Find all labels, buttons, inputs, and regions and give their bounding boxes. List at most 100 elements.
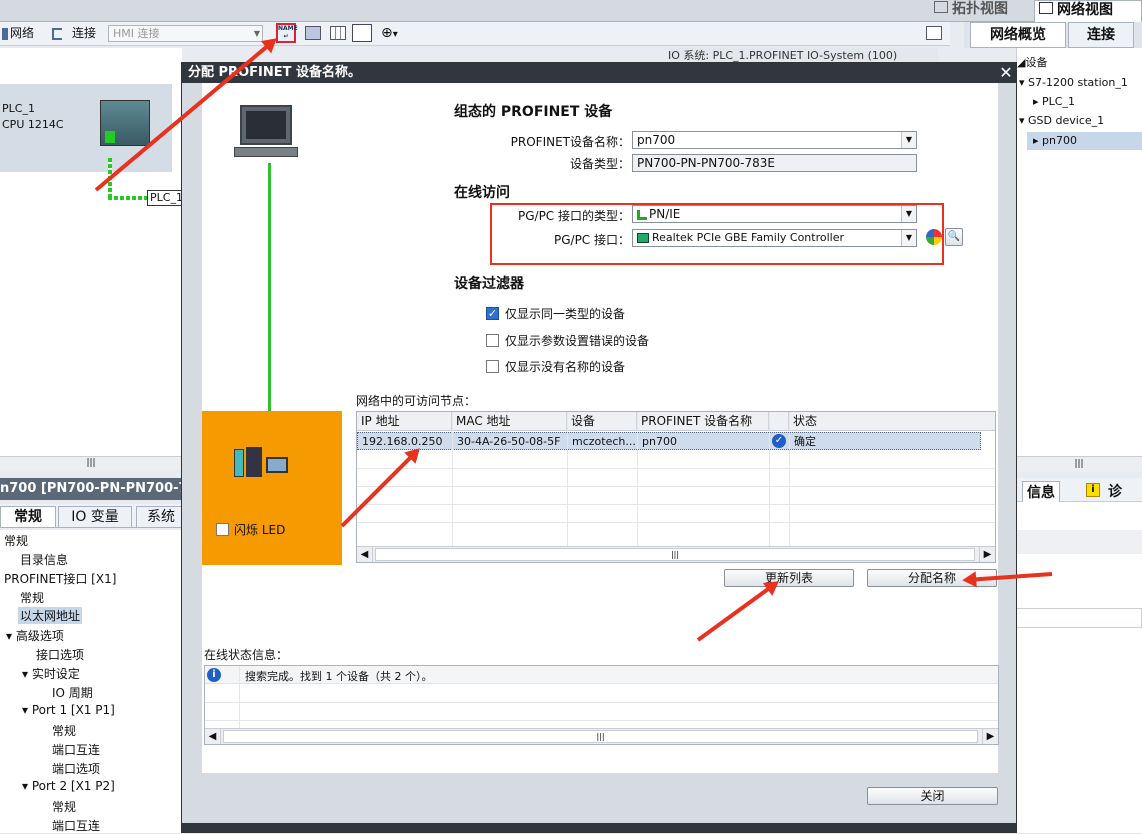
network-canvas[interactable]: PLC_1 CPU 1214C PLC_1 — [0, 48, 183, 456]
close-button[interactable]: 关闭 — [867, 787, 998, 805]
status-row: i 搜索完成。找到 1 个设备（共 2 个）。 — [205, 666, 998, 684]
props-item-port2[interactable]: ▾ Port 2 [X1 P2] — [22, 779, 115, 793]
tree-item-plc[interactable]: ▸ PLC_1 — [1033, 95, 1075, 108]
nodes-table-hscrollbar[interactable]: ◀ ||| ▶ — [357, 546, 995, 562]
props-item-ethernet[interactable]: 以太网地址 — [18, 607, 83, 624]
page-break-icon[interactable] — [352, 24, 372, 42]
filter-same-type-checkbox[interactable]: ✓ — [486, 307, 499, 320]
profinet-link-line-h — [108, 196, 148, 200]
props-item-label: 常规 — [52, 800, 77, 814]
props-item-port1-interconnect[interactable]: 端口互连 — [52, 741, 100, 758]
tree-item-label: GSD device_1 — [1028, 114, 1105, 127]
tree-item-pn700[interactable]: ▸ pn700 — [1027, 132, 1142, 150]
col-profinet-name[interactable]: PROFINET 设备名称 — [637, 412, 769, 430]
filter-param-error-checkbox[interactable] — [486, 334, 499, 347]
pgpc-interface-select[interactable]: Realtek PCIe GBE Family Controller ▼ — [632, 229, 917, 247]
filter-no-name-checkbox[interactable] — [486, 360, 499, 373]
dialog-title-bar: 分配 PROFINET 设备名称。 — [182, 63, 1016, 83]
device-name-select[interactable]: pn700 ▼ — [632, 131, 917, 149]
props-item-if-options[interactable]: 接口选项 — [36, 646, 84, 663]
dialog-close-button[interactable]: ✕ — [997, 64, 1015, 82]
chevron-down-icon: ▼ — [901, 132, 916, 148]
refresh-list-button[interactable]: 更新列表 — [724, 569, 854, 587]
tab-general[interactable]: 常规 — [0, 506, 56, 528]
tree-item-label: pn700 — [1042, 134, 1077, 147]
tab-topology-view[interactable]: 拓扑视图 — [930, 0, 1030, 20]
network-icon — [1039, 2, 1053, 14]
props-item-catalog[interactable]: 目录信息 — [20, 551, 68, 568]
tree-item-gsd[interactable]: ▾ GSD device_1 — [1019, 114, 1104, 127]
tree-item-station[interactable]: ▾ S7-1200 station_1 — [1019, 76, 1128, 89]
props-item-io-cycle[interactable]: IO 周期 — [52, 684, 93, 701]
scroll-left-icon[interactable]: ◀ — [357, 547, 373, 562]
canvas-hscrollbar[interactable]: ||| — [0, 456, 182, 470]
scroll-thumb[interactable]: ||| — [223, 730, 978, 743]
tree-header-label: 设备 — [1025, 56, 1048, 69]
col-device[interactable]: 设备 — [567, 412, 637, 430]
col-status-icon — [769, 412, 789, 430]
col-ip[interactable]: IP 地址 — [357, 412, 452, 430]
device-type-value: PN700-PN-PN700-783E — [637, 156, 775, 170]
props-item-port2-interconnect[interactable]: 端口互连 — [52, 817, 100, 834]
table-row[interactable]: 192.168.0.250 30-4A-26-50-08-5F mczotech… — [357, 432, 981, 450]
row-ip: 192.168.0.250 — [362, 435, 443, 448]
online-status-list: i 搜索完成。找到 1 个设备（共 2 个）。 ◀ ||| ▶ — [204, 665, 999, 745]
tab-info[interactable]: 信息 — [1022, 481, 1060, 503]
connect-mode-button[interactable]: 连接 — [72, 22, 96, 44]
tab-diagnostics[interactable]: 诊 — [1108, 481, 1122, 501]
panel-toggle-icon[interactable] — [926, 26, 942, 40]
flash-led-checkbox[interactable] — [216, 523, 229, 536]
tab-system-label: 系统 — [147, 509, 175, 525]
scroll-thumb[interactable]: ||| — [375, 548, 975, 561]
dialog-body: 闪烁 LED 组态的 PROFINET 设备 PROFINET设备名称： pn7… — [202, 83, 999, 773]
properties-title-bar: n700 [PN700-PN-PN700-783 — [0, 478, 182, 500]
tab-system[interactable]: 系统 — [136, 506, 186, 528]
plc-port-indicator — [105, 131, 115, 143]
props-item-advanced[interactable]: ▾ 高级选项 — [6, 627, 64, 644]
plc-device-box[interactable]: PLC_1 CPU 1214C — [0, 84, 172, 172]
tab-connections[interactable]: 连接 — [1068, 22, 1134, 48]
show-address-icon[interactable] — [305, 26, 321, 40]
section-online-access: 在线访问 — [454, 185, 510, 201]
scroll-left-icon[interactable]: ◀ — [205, 729, 221, 744]
props-item-realtime[interactable]: ▾ 实时设定 — [22, 665, 80, 682]
right-hscrollbar[interactable]: ||| — [1016, 456, 1142, 472]
props-item-general[interactable]: 常规 — [4, 532, 28, 549]
connection-type-select[interactable]: HMI 连接 ▼ — [108, 25, 263, 42]
scroll-right-icon[interactable]: ▶ — [982, 729, 998, 744]
scroll-right-icon[interactable]: ▶ — [979, 547, 995, 562]
pgpc-type-select[interactable]: PN/IE ▼ — [632, 205, 917, 223]
col-mac[interactable]: MAC 地址 — [452, 412, 567, 430]
interface-status-icon[interactable] — [926, 229, 942, 245]
tab-io-tags[interactable]: IO 变量 — [58, 506, 132, 528]
chevron-down-icon: ▼ — [901, 230, 916, 246]
props-item-label: 常规 — [20, 591, 45, 605]
status-hscrollbar[interactable]: ◀ ||| ▶ — [205, 728, 998, 744]
zoom-icon[interactable]: ⊕▾ — [381, 24, 398, 44]
grid-icon[interactable] — [330, 26, 346, 40]
properties-title: n700 [PN700-PN-PN700-783 — [0, 481, 182, 496]
props-item-label: 端口互连 — [52, 743, 101, 757]
tab-network-overview[interactable]: 网络概览 — [970, 22, 1066, 48]
props-item-port1-general[interactable]: 常规 — [52, 722, 76, 739]
connect-icon — [52, 28, 62, 40]
tree-header: ◢设备 — [1017, 56, 1048, 69]
pg-pc-computer-icon — [234, 105, 298, 159]
chevron-down-icon: ▼ — [253, 29, 260, 38]
device-module-icon — [234, 447, 294, 479]
network-mode-button[interactable]: 网络 — [10, 22, 34, 44]
filter-no-name-label: 仅显示没有名称的设备 — [505, 360, 626, 374]
props-item-profinet-if[interactable]: PROFINET接口 [X1] — [4, 570, 116, 587]
interface-diagnostics-button[interactable]: 🔍 — [945, 228, 963, 246]
info-circle-icon: i — [207, 668, 221, 682]
props-item-port1[interactable]: ▾ Port 1 [X1 P1] — [22, 703, 115, 717]
col-status[interactable]: 状态 — [789, 412, 979, 430]
props-item-port1-options[interactable]: 端口选项 — [52, 760, 100, 777]
dialog-bottom-border — [182, 823, 1016, 832]
props-item-label: 常规 — [4, 534, 29, 548]
props-item-label: 目录信息 — [20, 553, 69, 567]
props-item-port2-general[interactable]: 常规 — [52, 798, 76, 815]
props-item-if-general[interactable]: 常规 — [20, 589, 44, 606]
tab-connections-label: 连接 — [1087, 27, 1115, 43]
tab-network-view[interactable]: 网络视图 — [1034, 0, 1142, 22]
